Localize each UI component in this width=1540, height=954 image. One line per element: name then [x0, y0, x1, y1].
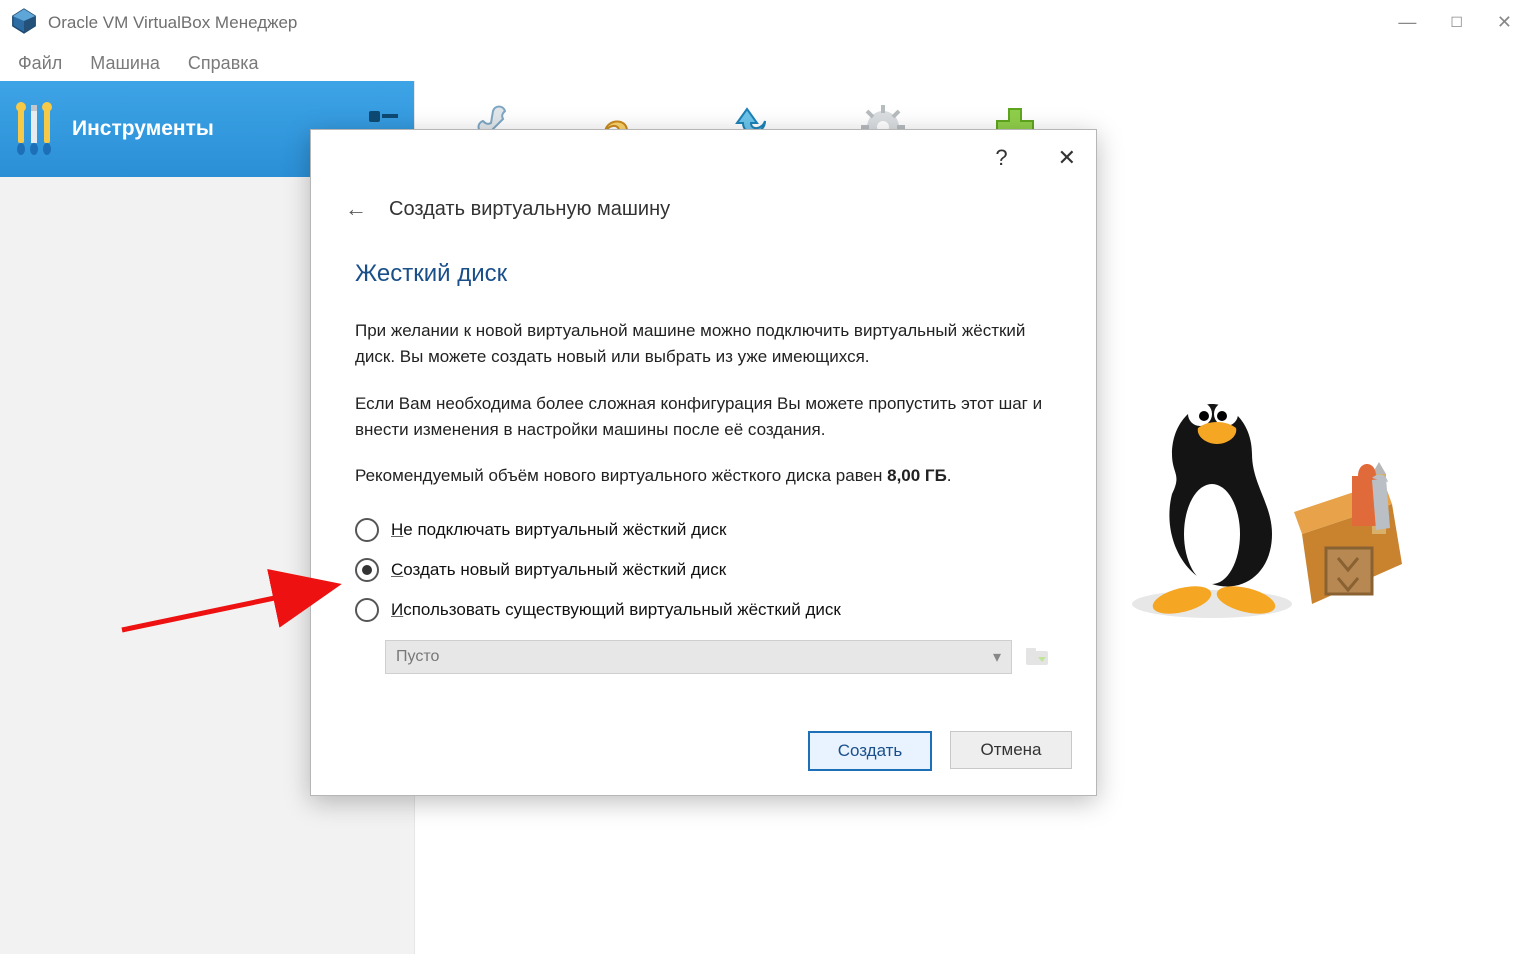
cancel-button[interactable]: Отмена	[950, 731, 1072, 769]
menubar: Файл Машина Справка	[0, 45, 1540, 81]
back-button[interactable]: ←	[345, 196, 367, 222]
welcome-image	[1122, 304, 1422, 628]
section-title: Жесткий диск	[355, 260, 1052, 288]
maximize-button[interactable]: ☐	[1450, 14, 1463, 31]
create-button[interactable]: Создать	[808, 731, 932, 771]
combo-value: Пусто	[396, 648, 439, 666]
dialog-close-button[interactable]: ✕	[1058, 145, 1076, 171]
radio-icon	[355, 558, 379, 582]
sidebar-menu-icon[interactable]	[366, 101, 400, 131]
app-window: Oracle VM VirtualBox Менеджер — ☐ ✕ Файл…	[0, 0, 1540, 954]
tools-icon	[0, 101, 72, 157]
dialog-para-3: Рекомендуемый объём нового виртуального …	[355, 463, 1052, 489]
sidebar-item-label: Инструменты	[72, 117, 214, 141]
radio-group-disk: Не подключать виртуальный жёсткий диск С…	[355, 510, 1052, 674]
app-icon	[10, 7, 38, 39]
minimize-button[interactable]: —	[1398, 12, 1416, 33]
radio-use-existing-disk[interactable]: Использовать существующий виртуальный жё…	[355, 590, 1052, 630]
radio-label: Не подключать виртуальный жёсткий диск	[391, 520, 726, 540]
menu-help[interactable]: Справка	[188, 53, 259, 74]
radio-icon	[355, 518, 379, 542]
radio-create-disk[interactable]: Создать новый виртуальный жёсткий диск	[355, 550, 1052, 590]
titlebar: Oracle VM VirtualBox Менеджер — ☐ ✕	[0, 0, 1540, 45]
close-button[interactable]: ✕	[1497, 12, 1512, 33]
chevron-down-icon: ▾	[993, 647, 1001, 667]
radio-label: Использовать существующий виртуальный жё…	[391, 600, 841, 620]
dialog-para-2: Если Вам необходима более сложная конфиг…	[355, 391, 1052, 444]
existing-disk-combo[interactable]: Пусто ▾	[385, 640, 1012, 674]
menu-machine[interactable]: Машина	[90, 53, 160, 74]
window-controls: — ☐ ✕	[1398, 12, 1530, 33]
dialog-para-1: При желании к новой виртуальной машине м…	[355, 318, 1052, 371]
existing-disk-row: Пусто ▾	[385, 640, 1052, 674]
app-title: Oracle VM VirtualBox Менеджер	[48, 13, 297, 33]
create-vm-dialog: ? ✕ ← Создать виртуальную машину Жесткий…	[310, 129, 1097, 796]
menu-file[interactable]: Файл	[18, 53, 62, 74]
radio-icon	[355, 598, 379, 622]
radio-label: Создать новый виртуальный жёсткий диск	[391, 560, 726, 580]
browse-disk-button[interactable]	[1024, 645, 1052, 669]
dialog-help-button[interactable]: ?	[995, 145, 1007, 171]
radio-no-disk[interactable]: Не подключать виртуальный жёсткий диск	[355, 510, 1052, 550]
dialog-title: Создать виртуальную машину	[389, 198, 670, 221]
